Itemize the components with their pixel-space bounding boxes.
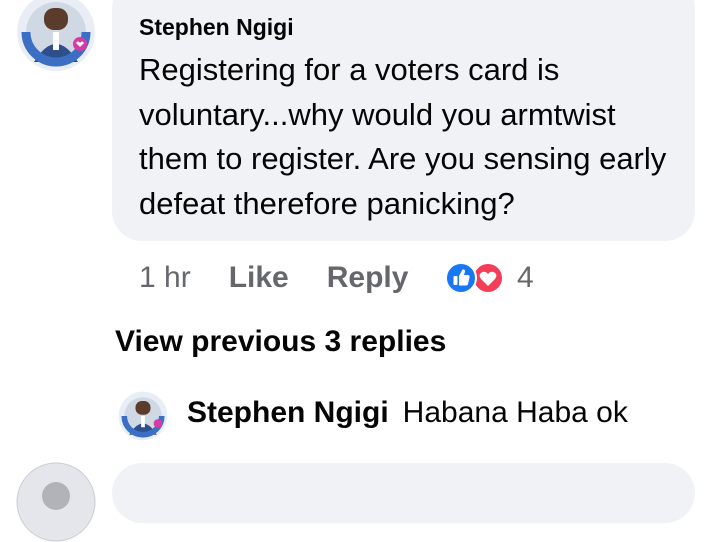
comment-actions: 1 hr Like Reply [139, 258, 446, 298]
comment-text: Registering for a voters card is volunta… [139, 52, 667, 221]
reply-button[interactable]: Reply [327, 261, 409, 295]
profile-frame-icon [118, 391, 168, 441]
reply-author[interactable]: Stephen Ngigi [187, 396, 389, 429]
like-button[interactable]: Like [229, 261, 289, 295]
next-comment-avatar[interactable] [16, 462, 96, 542]
reaction-summary[interactable] [444, 262, 506, 294]
next-comment-bubble [112, 463, 695, 523]
avatar[interactable] [16, 0, 96, 72]
reply-text: Habana Haba ok [402, 396, 628, 429]
love-reaction-icon [472, 262, 504, 294]
reaction-count[interactable]: 4 [517, 258, 534, 298]
reply-preview[interactable]: Stephen Ngigi Habana Haba ok [187, 396, 628, 430]
comment-author[interactable]: Stephen Ngigi [139, 14, 294, 41]
profile-frame-icon [17, 0, 95, 71]
reply-avatar[interactable] [118, 391, 168, 441]
avatar-icon [16, 462, 96, 542]
view-previous-replies-link[interactable]: View previous 3 replies [115, 325, 446, 359]
like-reaction-icon [445, 262, 477, 294]
comment-timestamp[interactable]: 1 hr [139, 261, 191, 295]
